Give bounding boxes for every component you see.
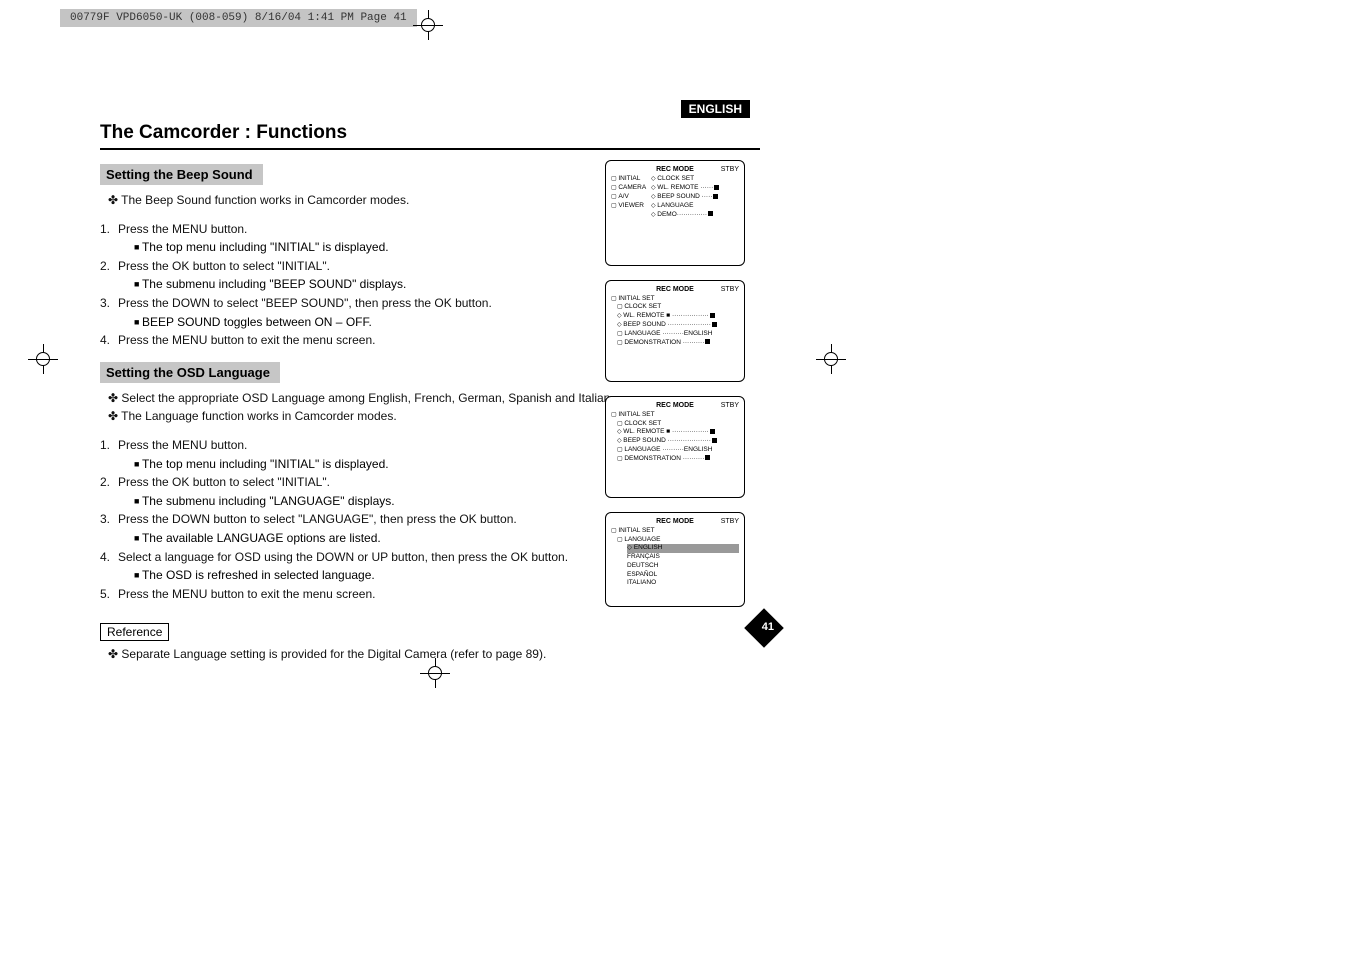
print-header: 00779F VPD6050-UK (008-059) 8/16/04 1:41…: [60, 9, 417, 27]
lcd-screen-1: REC MODESTBY INITIAL CAMERA A/V VIEWER C…: [605, 160, 745, 266]
section-heading-beep: Setting the Beep Sound: [100, 164, 263, 185]
crop-mark-icon: [28, 344, 58, 374]
crop-mark-icon: [413, 10, 443, 40]
lcd-screen-4: REC MODESTBY INITIAL SET LANGUAGE ◇ ENGL…: [605, 512, 745, 607]
section-heading-osd: Setting the OSD Language: [100, 362, 280, 383]
bullet-item: Separate Language setting is provided fo…: [108, 645, 760, 664]
reference-label: Reference: [100, 623, 169, 641]
language-badge: ENGLISH: [681, 100, 750, 118]
lcd-screen-2: REC MODESTBY INITIAL SET CLOCK SET WL. R…: [605, 280, 745, 382]
page-title: The Camcorder : Functions: [100, 122, 760, 150]
reference-bullets: Separate Language setting is provided fo…: [108, 645, 760, 664]
crop-mark-icon: [816, 344, 846, 374]
lcd-screen-3: REC MODESTBY INITIAL SET CLOCK SET WL. R…: [605, 396, 745, 498]
